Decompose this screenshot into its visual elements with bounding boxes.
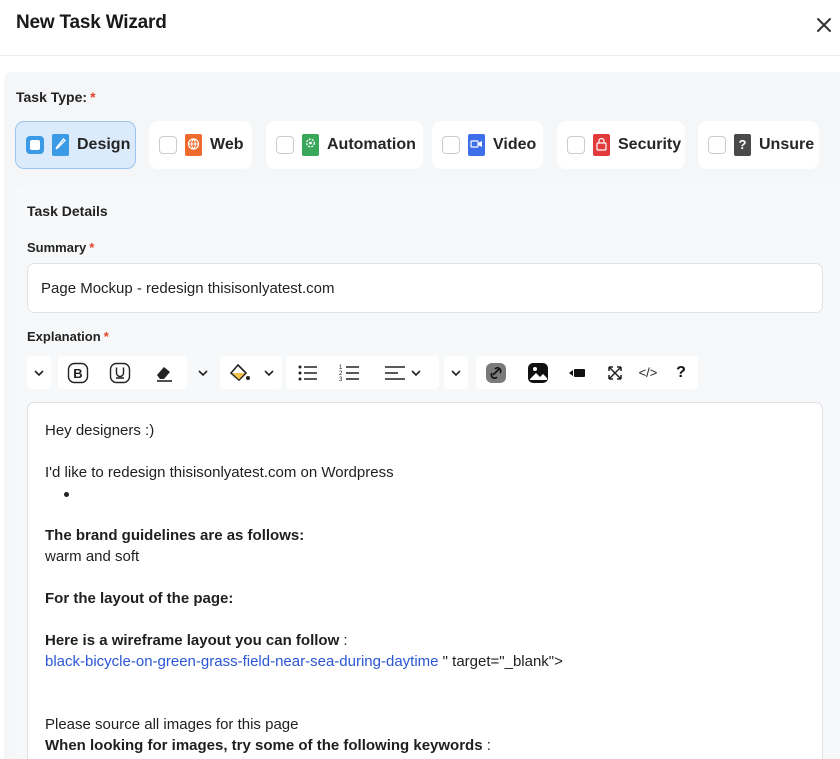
paint-bucket-icon (229, 363, 250, 381)
eraser-icon (157, 366, 172, 382)
security-checkbox[interactable] (567, 136, 585, 154)
insert-dropdown[interactable] (444, 356, 468, 389)
task-type-security[interactable]: Security (557, 121, 685, 169)
editor-line: warm and soft (45, 548, 140, 565)
editor-heading: For the layout of the page: (45, 590, 234, 607)
automation-checkbox[interactable] (276, 136, 294, 154)
chevron-down-icon (34, 369, 44, 376)
help-button[interactable]: ? (669, 356, 693, 389)
editor-line: Please source all images for this page (45, 716, 299, 733)
align-left-icon (385, 365, 405, 380)
chevron-down-icon (198, 369, 208, 376)
task-details-title: Task Details (27, 203, 108, 219)
task-type-unsure[interactable]: ? Unsure (698, 121, 819, 169)
editor-line: Here is a wireframe layout you can follo… (45, 632, 348, 649)
fill-color-dropdown[interactable] (259, 356, 279, 389)
web-globe-icon (185, 134, 202, 156)
video-camera-icon (468, 134, 485, 156)
unsure-question-icon: ? (734, 134, 751, 156)
close-button[interactable] (812, 12, 836, 38)
task-type-automation[interactable]: Automation (266, 121, 423, 169)
svg-text:3: 3 (339, 377, 343, 383)
task-type-label: Task Type: * (16, 89, 96, 105)
wizard-header: New Task Wizard (0, 0, 840, 56)
video-button[interactable] (562, 356, 592, 389)
svg-text:B: B (73, 366, 82, 381)
editor-line: Hey designers :) (45, 422, 155, 439)
explanation-editor[interactable]: Hey designers :) I'd like to redesign th… (27, 402, 823, 759)
chevron-down-icon (411, 369, 421, 376)
more-format-dropdown[interactable] (189, 356, 217, 389)
bullet-list-icon (298, 365, 317, 380)
help-icon: ? (676, 363, 686, 381)
link-icon (486, 362, 506, 383)
bold-icon: B (67, 362, 89, 383)
chevron-down-icon (451, 369, 461, 376)
clear-format-button[interactable] (149, 356, 179, 389)
code-icon: </> (638, 365, 658, 380)
task-type-video[interactable]: Video (432, 121, 543, 169)
paragraph-dropdown[interactable] (27, 356, 51, 389)
design-checkbox[interactable] (26, 136, 44, 154)
summary-label: Summary * (27, 240, 95, 255)
empty-bullet (64, 492, 69, 497)
underline-button[interactable] (105, 356, 135, 389)
numbered-list-icon: 123 (339, 365, 359, 383)
summary-input[interactable] (27, 263, 823, 313)
web-checkbox[interactable] (159, 136, 177, 154)
video-icon (569, 368, 585, 377)
design-pen-icon (52, 134, 69, 156)
link-button[interactable] (481, 356, 511, 389)
image-button[interactable] (523, 356, 553, 389)
fullscreen-icon (608, 365, 622, 380)
editor-line: When looking for images, try some of the… (45, 737, 491, 754)
editor-line: black-bicycle-on-green-grass-field-near-… (45, 653, 563, 670)
code-view-button[interactable]: </> (633, 356, 663, 389)
bold-button[interactable]: B (63, 356, 93, 389)
page-title: New Task Wizard (16, 12, 167, 33)
align-dropdown[interactable] (379, 356, 427, 389)
editor-line: I'd like to redesign thisisonlyatest.com… (45, 464, 394, 481)
close-icon (817, 18, 831, 32)
image-icon (528, 362, 548, 383)
security-lock-icon (593, 134, 610, 156)
chevron-down-icon (264, 369, 274, 376)
svg-text:?: ? (739, 137, 747, 152)
numbered-list-button[interactable]: 123 (335, 356, 365, 389)
automation-gear-icon (302, 134, 319, 156)
fill-color-button[interactable] (223, 356, 257, 389)
bullet-list-button[interactable] (293, 356, 323, 389)
underline-icon (109, 362, 131, 383)
fullscreen-button[interactable] (601, 356, 629, 389)
explanation-label: Explanation * (27, 329, 109, 344)
video-checkbox[interactable] (442, 136, 460, 154)
editor-heading: The brand guidelines are as follows: (45, 527, 305, 544)
wireframe-link[interactable]: black-bicycle-on-green-grass-field-near-… (45, 653, 439, 670)
task-type-web[interactable]: Web (149, 121, 252, 169)
task-type-design[interactable]: Design (15, 121, 136, 169)
unsure-checkbox[interactable] (708, 136, 726, 154)
